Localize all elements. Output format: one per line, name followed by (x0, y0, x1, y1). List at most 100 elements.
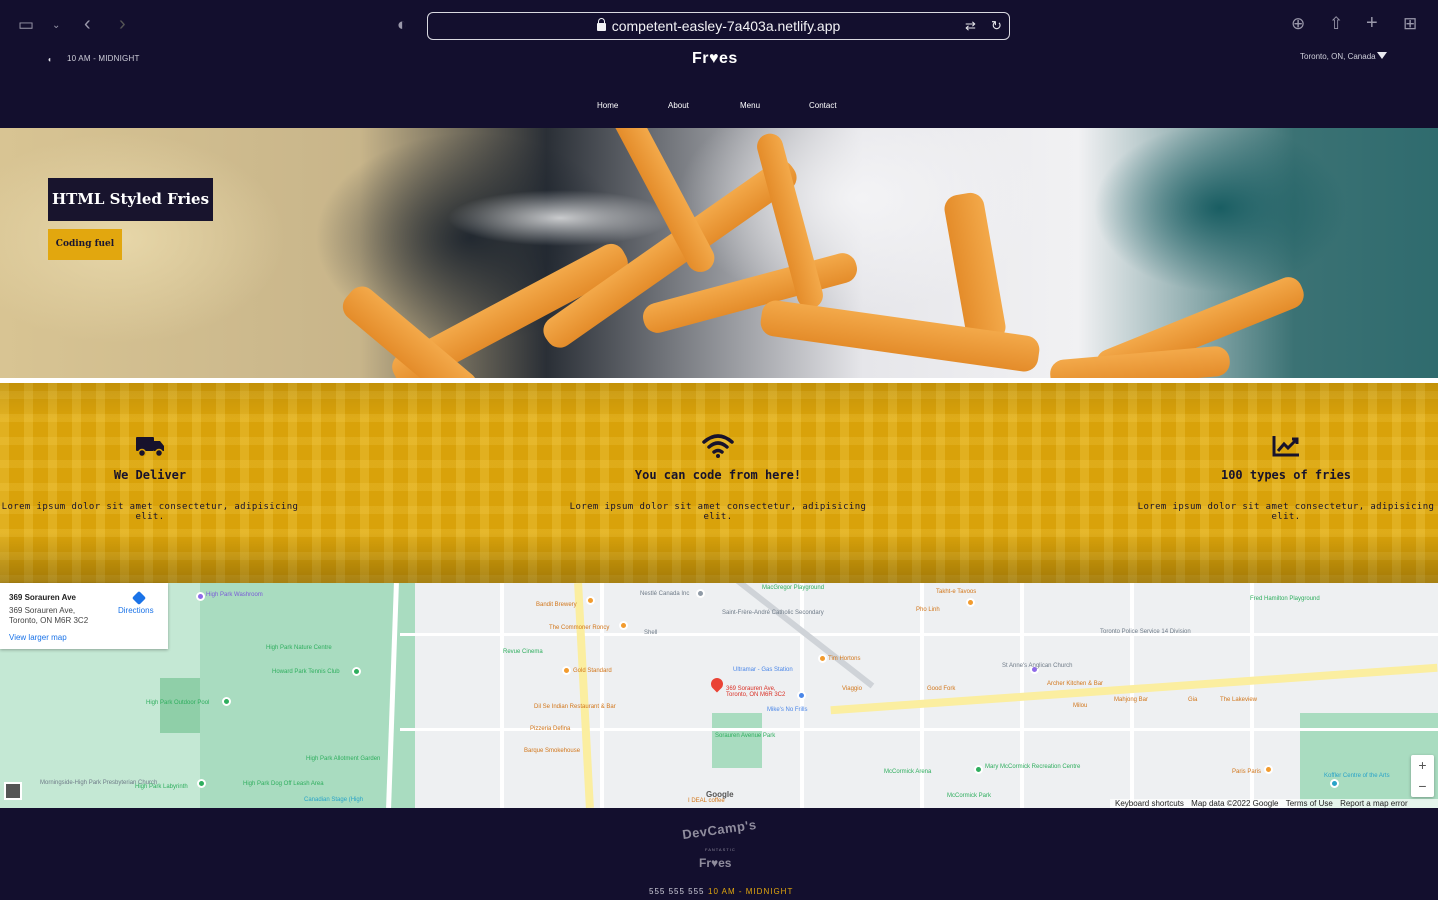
clock-icon: ◖ (47, 55, 52, 64)
view-larger-map-link[interactable]: View larger map (9, 633, 67, 642)
map-label: Fred Hamilton Playground (1250, 596, 1320, 602)
directions-link[interactable]: Directions (118, 606, 154, 615)
map-poi[interactable] (696, 589, 705, 598)
feature-title: We Deliver (113, 468, 187, 482)
map-label: Shell (644, 630, 658, 636)
google-logo: Google (706, 790, 734, 799)
feature-deliver: We Deliver Lorem ipsum dolor sit amet co… (0, 433, 300, 522)
map-poi[interactable] (197, 779, 206, 788)
map-label: Gia (1188, 697, 1198, 703)
map-road (500, 583, 504, 808)
url-text: competent-easley-7a403a.netlify.app (611, 18, 841, 34)
map-poi[interactable] (818, 654, 827, 663)
address-line-2: Toronto, ON M6R 3C2 (9, 616, 89, 625)
map-label: Sorauren Avenue Park (715, 733, 776, 739)
share-icon[interactable]: ⇧ (1329, 15, 1343, 33)
new-tab-icon[interactable]: + (1366, 13, 1378, 33)
map-label: High Park Outdoor Pool (146, 700, 210, 706)
map-label: Mary McCormick Recreation Centre (985, 764, 1081, 770)
terms-link[interactable]: Terms of Use (1286, 799, 1333, 808)
nav-about[interactable]: About (668, 101, 689, 110)
address-bar[interactable]: competent-easley-7a403a.netlify.app ⇄ ↻ (427, 12, 1010, 40)
map-label: Pho Linh (916, 607, 940, 613)
map-label: Bandit Brewery (536, 602, 577, 608)
tab-overview-icon[interactable]: ⊞ (1403, 15, 1417, 33)
map-road (600, 583, 604, 808)
map-label: Tim Hortons (828, 656, 861, 662)
truck-icon (136, 437, 164, 458)
nav-home[interactable]: Home (597, 101, 618, 110)
map-label: McCormick Arena (884, 769, 932, 775)
map-major-road (574, 583, 594, 808)
chevron-down-icon[interactable]: ⌄ (52, 17, 60, 35)
marker-label: 369 Sorauren Ave, Toronto, ON M6R 3C2 (726, 686, 786, 698)
nav-contact[interactable]: Contact (809, 101, 837, 110)
map-label: Paris Paris (1232, 769, 1262, 775)
feature-text: Lorem ipsum dolor sit amet consectetur, … (1137, 502, 1435, 522)
map-poi[interactable] (1330, 779, 1339, 788)
feature-text: Lorem ipsum dolor sit amet consectetur, … (569, 502, 867, 522)
hero-cta-button[interactable]: Coding fuel (48, 229, 122, 260)
footer-hours: 10 AM - MIDNIGHT (708, 887, 794, 896)
map-label: Revue Cinema (503, 649, 543, 655)
reload-icon[interactable]: ↻ (991, 17, 1002, 35)
sidebar-toggle-icon[interactable]: ▭ (18, 16, 34, 34)
browser-toolbar: ▭ ⌄ ‹ › ◐ competent-easley-7a403a.netlif… (0, 0, 1438, 50)
location-dropdown-icon[interactable] (1377, 52, 1387, 59)
fry-shape (942, 190, 1008, 346)
map-poi[interactable] (222, 697, 231, 706)
directions-icon[interactable] (131, 590, 147, 606)
feature-title: 100 types of fries (1220, 468, 1352, 482)
footer-fantastic: FANTASTIC (705, 847, 736, 852)
chart-line-icon (1272, 436, 1299, 457)
back-arrow-icon[interactable]: ‹ (84, 14, 91, 34)
map-label: High Park Washroom (206, 592, 263, 598)
map-poi[interactable] (352, 667, 361, 676)
map-card-address: 369 Sorauren Ave, Toronto, ON M6R 3C2 (9, 606, 88, 626)
map-label: MacGregor Playground (762, 585, 825, 591)
forward-arrow-icon[interactable]: › (119, 14, 126, 34)
map-label: Good Fork (927, 686, 956, 692)
map-poi[interactable] (974, 765, 983, 774)
map-road (1130, 583, 1134, 808)
map-label: Mahjong Bar (1114, 697, 1149, 703)
header-hours: 10 AM - MIDNIGHT (67, 54, 140, 63)
map-label: Saint-Frère-André Catholic Secondary (722, 610, 824, 616)
map-info-card: 369 Sorauren Ave 369 Sorauren Ave, Toront… (0, 583, 168, 649)
map-label: Gold Standard (573, 668, 612, 674)
shield-icon[interactable]: ◐ (397, 16, 407, 34)
header-location: Toronto, ON, Canada (1300, 52, 1376, 61)
map-poi[interactable] (562, 666, 571, 675)
map-poi[interactable] (797, 691, 806, 700)
map-label: Milou (1073, 703, 1088, 709)
keyboard-shortcuts-link[interactable]: Keyboard shortcuts (1115, 799, 1184, 808)
download-icon[interactable]: ⊕ (1291, 15, 1305, 33)
map-zoom-controls: + − (1411, 755, 1434, 797)
feature-types: 100 types of fries Lorem ipsum dolor sit… (1136, 433, 1436, 522)
feature-title: You can code from here! (634, 468, 802, 482)
map-data-text: Map data ©2022 Google (1191, 799, 1279, 808)
zoom-in-button[interactable]: + (1411, 755, 1434, 776)
map-label: Barque Smokehouse (524, 748, 581, 754)
feature-code: You can code from here! Lorem ipsum dolo… (568, 433, 868, 522)
site-logo[interactable]: Fr♥es (692, 50, 738, 68)
map-poi[interactable] (1264, 765, 1273, 774)
embedded-map[interactable]: High Park Washroom Bandit Brewery The Co… (0, 583, 1438, 808)
hero-title: HTML Styled Fries (48, 178, 213, 221)
map-label: Dil Se Indian Restaurant & Bar (534, 704, 616, 710)
map-poi[interactable] (966, 598, 975, 607)
translate-icon[interactable]: ⇄ (965, 17, 976, 35)
map-poi[interactable] (196, 592, 205, 601)
map-label: Toronto Police Service 14 Division (1100, 629, 1191, 635)
zoom-out-button[interactable]: − (1411, 776, 1434, 797)
map-poi[interactable] (586, 596, 595, 605)
map-label: The Lakeview (1220, 697, 1258, 703)
map-poi[interactable] (619, 621, 628, 630)
footer-phone: 555 555 555 (649, 887, 705, 896)
wifi-icon (702, 434, 734, 458)
map-road (400, 633, 1438, 636)
map-label: St Anne's Anglican Church (1002, 663, 1073, 669)
report-error-link[interactable]: Report a map error (1340, 799, 1408, 808)
nav-menu[interactable]: Menu (740, 101, 760, 110)
satellite-toggle[interactable] (4, 782, 22, 800)
